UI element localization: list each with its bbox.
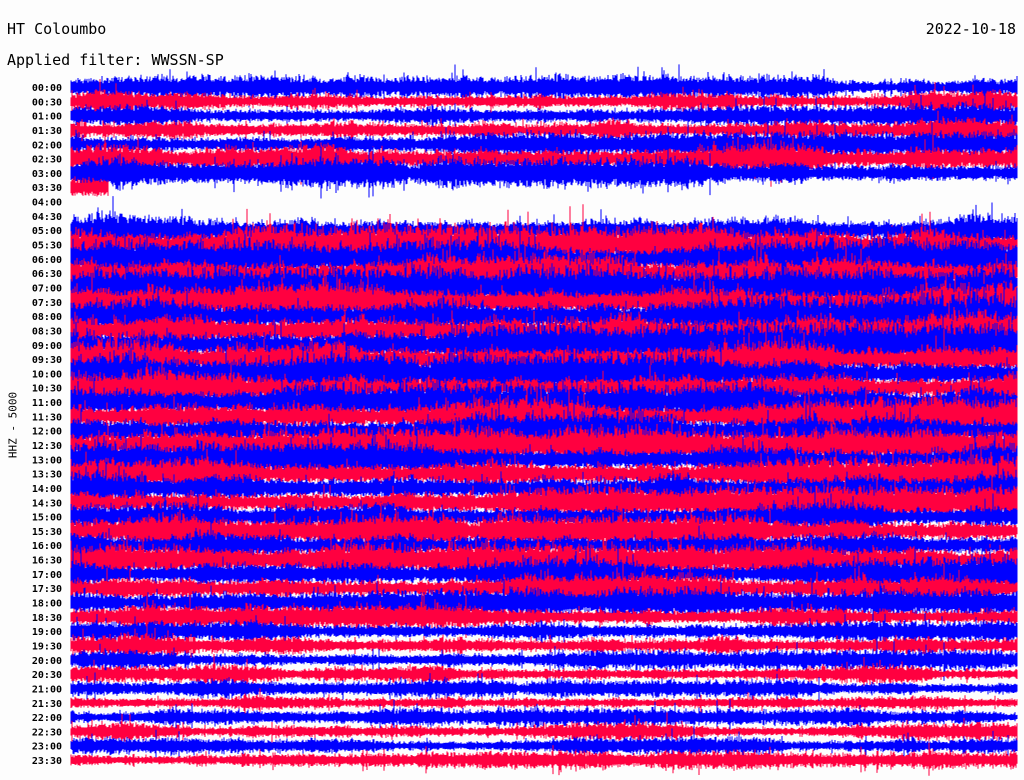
time-tick-label: 07:00 — [32, 283, 62, 294]
time-tick-label: 19:30 — [32, 641, 62, 652]
time-tick-label: 20:30 — [32, 670, 62, 681]
time-tick-label: 14:30 — [32, 498, 62, 509]
time-tick-label: 13:30 — [32, 470, 62, 481]
time-tick-label: 14:00 — [32, 484, 62, 495]
time-tick-label: 22:00 — [32, 713, 62, 724]
time-tick-label: 10:30 — [32, 384, 62, 395]
time-tick-label: 15:00 — [32, 513, 62, 524]
time-tick-label: 17:00 — [32, 570, 62, 581]
time-tick-label: 11:00 — [32, 398, 62, 409]
time-tick-label: 12:00 — [32, 427, 62, 438]
time-tick-label: 12:30 — [32, 441, 62, 452]
time-tick-label: 08:30 — [32, 326, 62, 337]
time-tick-label: 05:30 — [32, 241, 62, 252]
time-tick-label: 10:00 — [32, 369, 62, 380]
time-tick-label: 05:00 — [32, 226, 62, 237]
time-tick-label: 11:30 — [32, 412, 62, 423]
time-tick-label: 01:30 — [32, 126, 62, 137]
time-tick-label: 03:30 — [32, 183, 62, 194]
time-tick-label: 18:30 — [32, 613, 62, 624]
time-tick-label: 02:30 — [32, 155, 62, 166]
time-tick-label: 13:00 — [32, 455, 62, 466]
time-tick-label: 06:00 — [32, 255, 62, 266]
time-tick-label: 16:00 — [32, 541, 62, 552]
time-tick-label: 21:30 — [32, 699, 62, 710]
time-tick-label: 17:30 — [32, 584, 62, 595]
time-tick-label: 19:00 — [32, 627, 62, 638]
time-tick-label: 23:30 — [32, 756, 62, 767]
time-tick-label: 06:30 — [32, 269, 62, 280]
time-tick-label: 20:00 — [32, 656, 62, 667]
time-tick-label: 04:00 — [32, 198, 62, 209]
time-tick-label: 08:00 — [32, 312, 62, 323]
time-tick-label: 02:00 — [32, 140, 62, 151]
seismogram-traces: 00:00 00:30 01:00 01:30 02:00 02:30 03:00 03:30… — [32, 64, 1018, 776]
time-tick-label: 09:00 — [32, 341, 62, 352]
time-tick-label: 15:30 — [32, 527, 62, 538]
time-tick-label: 04:30 — [32, 212, 62, 223]
time-tick-label: 01:00 — [32, 112, 62, 123]
time-tick-label: 22:30 — [32, 727, 62, 738]
time-tick-label: 07:30 — [32, 298, 62, 309]
time-tick-label: 00:00 — [32, 83, 62, 94]
time-tick-label: 00:30 — [32, 97, 62, 108]
time-tick-label: 16:30 — [32, 556, 62, 567]
time-tick-label: 09:30 — [32, 355, 62, 366]
time-tick-label: 23:00 — [32, 742, 62, 753]
helicorder-plot: HT Coloumbo 2022-10-18 Applied filter: W… — [0, 0, 1024, 780]
time-tick-label: 03:00 — [32, 169, 62, 180]
time-tick-label: 21:00 — [32, 684, 62, 695]
time-tick-label: 18:00 — [32, 599, 62, 610]
